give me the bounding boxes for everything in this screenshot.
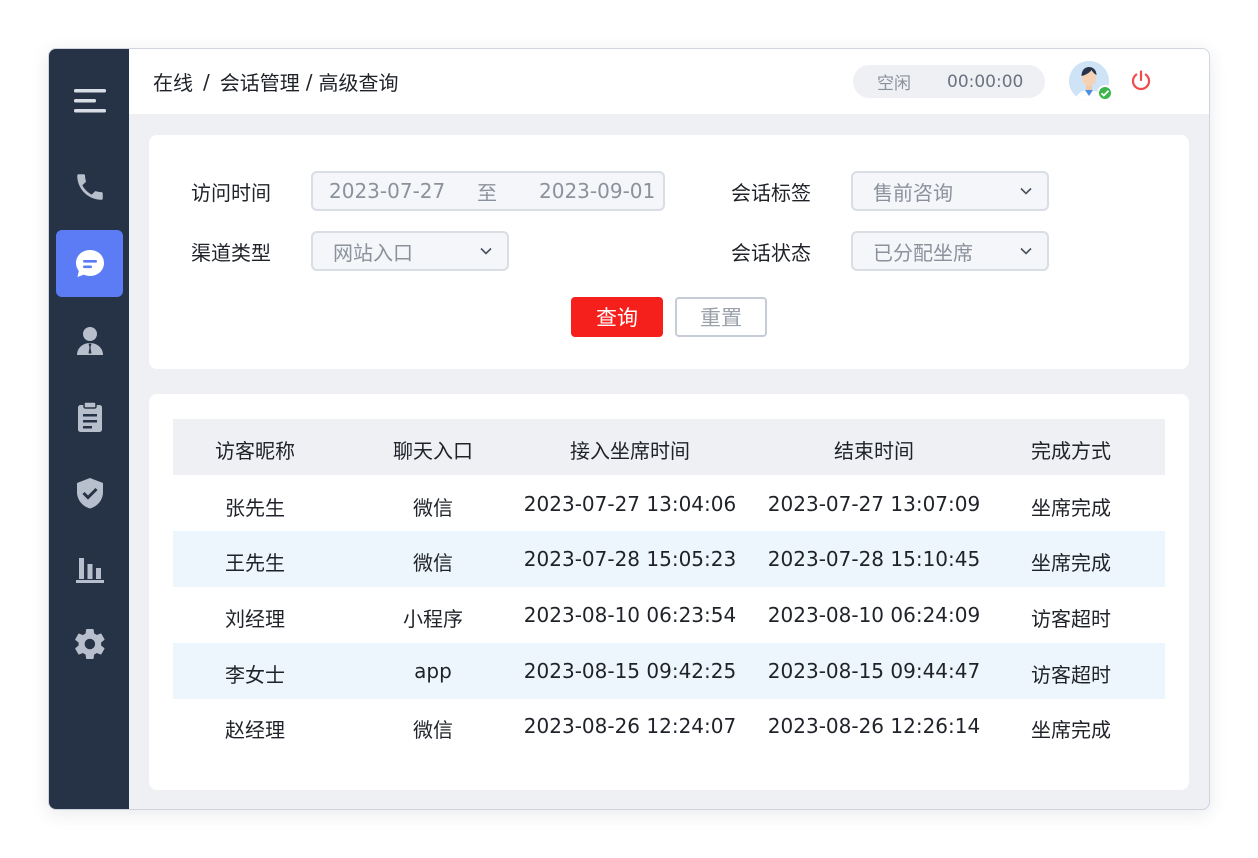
cell-visitor-nickname: 张先生 [225,496,285,520]
cell-agent-connect-time: 2023-08-10 06:23:54 [523,603,737,627]
date-start-value: 2023-07-27 [329,179,446,203]
cell-end-time: 2023-08-10 06:24:09 [767,603,981,627]
column-header-end-time[interactable]: 结束时间 [834,435,914,464]
cell-end-time: 2023-08-26 12:26:14 [767,714,981,738]
sidebar-item-settings[interactable] [56,610,123,677]
status-timer: 00:00:00 [947,71,1024,92]
session-tag-value: 售前咨询 [873,180,953,205]
bar-chart-icon [75,557,104,583]
column-header-chat-entry[interactable]: 聊天入口 [393,435,473,464]
cell-agent-connect-time: 2023-08-26 12:24:07 [523,714,737,738]
reset-button[interactable]: 重置 [675,297,767,337]
top-header: 在线 / 会话管理 / 高级查询 空闲 00:00:00 [129,49,1209,114]
table-row[interactable]: 赵经理 微信 2023-08-26 12:24:07 2023-08-26 12… [173,698,1165,754]
breadcrumb-separator: / [203,69,210,94]
table-row[interactable]: 王先生 微信 2023-07-28 15:05:23 2023-07-28 15… [173,531,1165,587]
table-row[interactable]: 张先生 微信 2023-07-27 13:04:06 2023-07-27 13… [173,476,1165,532]
breadcrumb-separator: / [305,69,313,94]
breadcrumb-item-session-management[interactable]: 会话管理 [220,67,300,96]
cell-end-time: 2023-07-28 15:10:45 [767,547,981,571]
sidebar-item-stats[interactable] [56,535,123,602]
sidebar [49,49,129,809]
power-icon [1131,70,1151,91]
menu-icon [73,88,106,112]
cell-completion-method: 访客超时 [1031,607,1111,631]
avatar[interactable] [1069,61,1113,101]
cell-completion-method: 坐席完成 [1031,718,1111,742]
channel-type-label: 渠道类型 [191,241,271,265]
cell-end-time: 2023-08-15 09:44:47 [767,659,981,683]
breadcrumb-item-online[interactable]: 在线 [153,67,193,96]
query-button[interactable]: 查询 [571,297,663,337]
column-header-agent-connect-time[interactable]: 接入坐席时间 [570,435,690,464]
column-header-visitor-nickname[interactable]: 访客昵称 [215,435,295,464]
sidebar-item-chat[interactable] [56,230,123,297]
chevron-down-icon [1020,247,1032,255]
table-header-row: 访客昵称 聊天入口 接入坐席时间 结束时间 完成方式 [173,419,1165,475]
sidebar-menu-toggle[interactable] [56,67,123,134]
clipboard-icon [77,400,102,432]
cell-visitor-nickname: 李女士 [225,663,285,687]
cell-completion-method: 访客超时 [1031,663,1111,687]
sidebar-item-phone[interactable] [56,153,123,220]
date-end-value: 2023-09-01 [539,179,656,203]
sidebar-item-security[interactable] [56,459,123,526]
table-row[interactable]: 李女士 app 2023-08-15 09:42:25 2023-08-15 0… [173,643,1165,699]
session-status-value: 已分配坐席 [873,240,973,265]
agent-icon [76,326,103,355]
cell-end-time: 2023-07-27 13:07:09 [767,492,981,516]
chat-icon [75,249,104,277]
cell-chat-entry: 小程序 [403,607,463,631]
results-table-panel: 访客昵称 聊天入口 接入坐席时间 结束时间 完成方式 张先生 微信 2023-0… [149,394,1189,790]
power-button[interactable] [1129,69,1153,93]
cell-visitor-nickname: 赵经理 [225,718,285,742]
cell-agent-connect-time: 2023-08-15 09:42:25 [523,659,737,683]
chevron-down-icon [480,247,492,255]
cell-chat-entry: app [414,659,452,683]
breadcrumb: 在线 / 会话管理 / 高级查询 [153,49,399,114]
sidebar-item-agent[interactable] [56,307,123,374]
cell-chat-entry: 微信 [413,496,453,520]
gear-icon [74,628,105,659]
cell-visitor-nickname: 刘经理 [225,607,285,631]
column-header-completion-method[interactable]: 完成方式 [1031,435,1111,464]
cell-completion-method: 坐席完成 [1031,551,1111,575]
cell-completion-method: 坐席完成 [1031,496,1111,520]
date-range-separator: 至 [477,180,497,205]
sidebar-item-records[interactable] [56,383,123,450]
cell-visitor-nickname: 王先生 [225,551,285,575]
online-check-icon [1097,85,1113,101]
session-status-label: 会话状态 [731,241,811,265]
cell-agent-connect-time: 2023-07-27 13:04:06 [523,492,737,516]
cell-chat-entry: 微信 [413,551,453,575]
filter-panel: 访问时间 2023-07-27 至 2023-09-01 会话标签 售前咨询 渠… [149,135,1189,369]
app-window: 在线 / 会话管理 / 高级查询 空闲 00:00:00 访问时间 2023-0… [48,48,1210,810]
session-tag-label: 会话标签 [731,181,811,205]
visit-time-label: 访问时间 [191,181,271,205]
phone-icon [76,173,103,200]
chevron-down-icon [1020,187,1032,195]
cell-chat-entry: 微信 [413,718,453,742]
shield-icon [76,477,103,508]
session-status-select[interactable]: 已分配坐席 [851,231,1049,271]
channel-type-select[interactable]: 网站入口 [311,231,509,271]
agent-status-pill[interactable]: 空闲 00:00:00 [853,65,1045,98]
breadcrumb-item-advanced-query: 高级查询 [318,71,399,95]
table-row[interactable]: 刘经理 小程序 2023-08-10 06:23:54 2023-08-10 0… [173,587,1165,643]
cell-agent-connect-time: 2023-07-28 15:05:23 [523,547,737,571]
channel-type-value: 网站入口 [333,240,413,265]
visit-time-range-picker[interactable]: 2023-07-27 至 2023-09-01 [311,171,665,211]
agent-status-text: 空闲 [877,74,911,94]
session-tag-select[interactable]: 售前咨询 [851,171,1049,211]
